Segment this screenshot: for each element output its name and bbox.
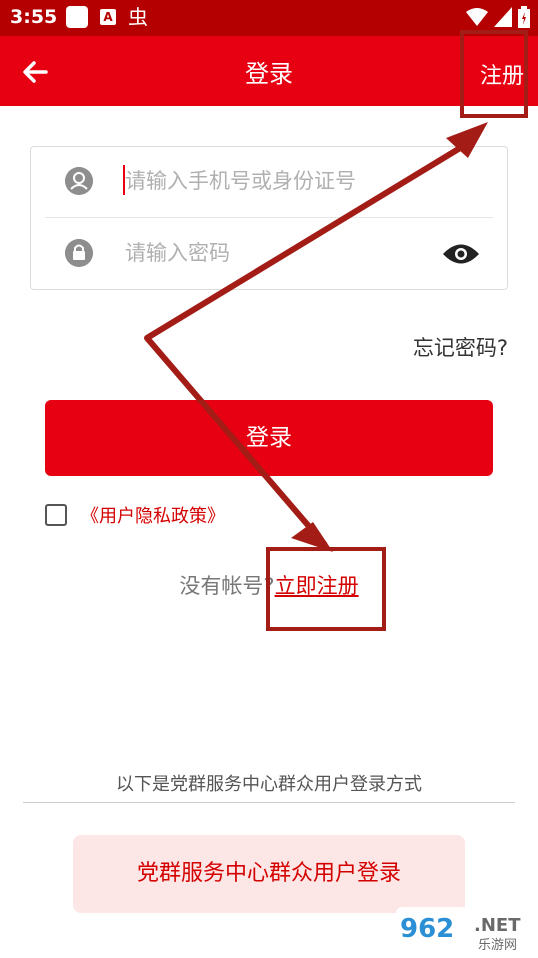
wifi-icon	[466, 8, 488, 26]
lock-icon	[65, 239, 93, 267]
app-notification-icon	[66, 6, 88, 28]
status-bar: 3:55 A 虫	[0, 0, 538, 36]
signal-icon	[494, 7, 512, 27]
a-notification-icon: A	[100, 9, 116, 25]
forgot-password-link[interactable]: 忘记密码?	[413, 332, 508, 362]
battery-icon	[518, 6, 530, 28]
watermark-number: 962	[400, 914, 454, 944]
user-icon	[65, 167, 93, 195]
annotation-box-register-now	[266, 547, 386, 631]
eye-icon[interactable]	[441, 241, 481, 267]
password-input[interactable]	[125, 233, 465, 273]
status-time: 3:55	[10, 6, 58, 28]
mass-user-login-button[interactable]: 党群服务中心群众用户登录	[73, 835, 465, 913]
privacy-row: 《用户隐私政策》	[45, 502, 225, 528]
watermark-logo: 962 .NET 乐游网	[396, 907, 534, 953]
annotation-arrows	[144, 122, 488, 552]
privacy-policy-link[interactable]: 《用户隐私政策》	[81, 502, 225, 528]
page-title: 登录	[245, 60, 293, 88]
password-field	[45, 219, 493, 289]
bug-icon: 虫	[128, 5, 148, 29]
no-account-label: 没有帐号?	[179, 574, 275, 598]
notification-icons: A 虫	[66, 6, 148, 28]
system-icons	[466, 6, 530, 28]
annotation-box-register	[460, 30, 528, 118]
watermark-sub: 乐游网	[478, 938, 517, 953]
divider	[23, 802, 515, 803]
phone-input[interactable]	[125, 161, 465, 201]
watermark-suffix: .NET	[474, 915, 521, 936]
mass-login-caption: 以下是党群服务中心群众用户登录方式	[116, 774, 422, 795]
login-form	[30, 146, 508, 290]
app-bar: 登录 注册	[0, 36, 538, 106]
privacy-checkbox[interactable]	[45, 504, 67, 526]
login-button[interactable]: 登录	[45, 400, 493, 476]
phone-field	[45, 147, 493, 218]
